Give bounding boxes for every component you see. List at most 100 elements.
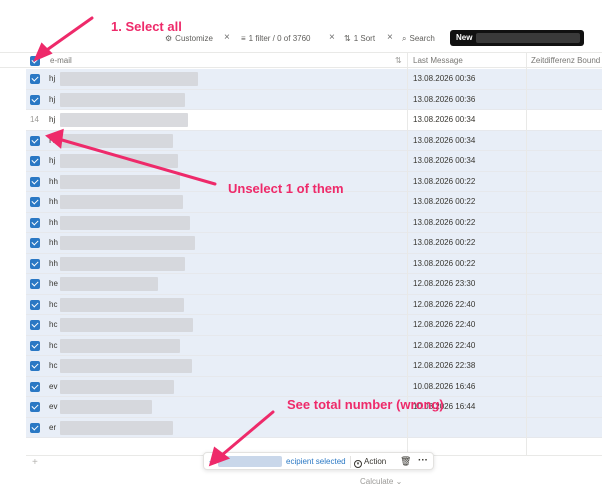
calculate-button[interactable]: Calculate ⌄ [360,477,402,486]
row-checkbox[interactable] [30,361,40,371]
email-cell[interactable]: hc [49,300,57,310]
table-row[interactable]: hc 12.08.2026 22:38 [26,356,602,377]
email-cell[interactable]: hh [49,218,58,228]
redacted-area [60,72,198,86]
row-checkbox[interactable] [30,217,40,228]
email-cell[interactable]: hh [49,197,58,207]
last-message-cell[interactable]: 13.08.2026 00:36 [413,95,475,105]
last-message-cell[interactable]: 13.08.2026 00:22 [413,238,475,248]
email-cell[interactable]: ev [49,382,57,392]
search-button[interactable]: ⌕ Search [402,33,435,45]
redacted-area [60,256,185,271]
table-row[interactable]: hc 12.08.2026 22:40 [26,315,602,336]
redacted-area [60,195,183,209]
last-message-cell[interactable]: 13.08.2026 00:34 [413,115,475,125]
row-checkbox[interactable] [30,176,40,187]
action-button[interactable]: ▾ Action [354,456,386,468]
last-message-cell[interactable]: 13.08.2026 00:22 [413,177,475,187]
column-header-zeitdifferenz[interactable]: Zeitdifferenz Bound [531,55,600,66]
table-row[interactable]: 14 hj 13.08.2026 00:34 [26,110,602,131]
email-cell[interactable]: hj [49,115,55,125]
row-number[interactable]: 14 [30,115,39,125]
sort-direction-icon[interactable]: ⇅ [395,55,402,66]
email-cell[interactable]: hh [49,238,58,248]
email-cell[interactable]: ev [49,402,57,412]
row-checkbox[interactable] [30,258,40,269]
column-divider [526,52,527,456]
last-message-cell[interactable]: 13.08.2026 00:34 [413,136,475,146]
email-cell[interactable]: he [49,279,58,289]
row-checkbox[interactable] [30,279,40,289]
more-icon[interactable]: ··· [418,455,428,466]
close-icon[interactable]: × [387,32,393,44]
last-message-cell[interactable]: 12.08.2026 23:30 [413,279,475,289]
search-icon: ⌕ [402,34,407,43]
redacted-area [60,215,190,230]
last-message-cell[interactable]: 13.08.2026 00:22 [413,259,475,269]
row-checkbox[interactable] [30,238,40,248]
search-label: Search [409,34,435,43]
filter-button[interactable]: ≡ 1 filter / 0 of 3760 [241,33,311,45]
row-checkbox[interactable] [30,74,40,84]
table-row[interactable]: H 13.08.2026 00:34 [26,130,602,151]
email-cell[interactable]: hj [49,95,55,105]
email-cell[interactable]: H [49,136,55,146]
email-cell[interactable]: hh [49,259,58,269]
table-row[interactable]: hh 13.08.2026 00:22 [26,233,602,254]
table-row[interactable]: hh 13.08.2026 00:22 [26,212,602,233]
customize-button[interactable]: ⚙ Customize [165,33,213,45]
email-cell[interactable]: er [49,423,56,433]
redacted-area [60,236,195,250]
row-checkbox[interactable] [30,299,40,310]
email-cell[interactable]: hj [49,74,55,84]
last-message-cell[interactable]: 13.08.2026 00:22 [413,218,475,228]
row-checkbox[interactable] [30,340,40,351]
annotation-select-all: 1. Select all [111,19,182,34]
filter-icon: ≡ [241,34,246,43]
last-message-cell[interactable]: 10.08.2026 16:46 [413,382,475,392]
last-message-cell[interactable]: 12.08.2026 22:40 [413,341,475,351]
table-row[interactable]: hh 13.08.2026 00:22 [26,253,602,274]
last-message-cell[interactable]: 13.08.2026 00:36 [413,74,475,84]
close-icon[interactable]: × [224,32,230,44]
row-checkbox[interactable] [30,135,40,146]
redacted-area [60,297,184,312]
redacted-area [60,154,178,168]
table-row[interactable]: hj 13.08.2026 00:36 [26,69,602,90]
table-row[interactable]: he 12.08.2026 23:30 [26,274,602,295]
row-checkbox[interactable] [30,381,40,392]
plus-icon[interactable]: + [32,457,38,468]
row-checkbox[interactable] [30,422,40,433]
row-checkbox[interactable] [30,320,40,330]
table-row[interactable]: ev 10.08.2026 16:46 [26,376,602,397]
close-icon[interactable]: × [329,32,335,44]
column-header-email[interactable]: e-mail [50,55,72,66]
trash-icon[interactable]: 🗑 [400,456,411,467]
table-row[interactable]: hj 13.08.2026 00:36 [26,89,602,110]
sort-button[interactable]: ⇅ 1 Sort [344,33,375,45]
email-cell[interactable]: hc [49,341,57,351]
row-checkbox[interactable] [30,197,40,207]
column-header-last-message[interactable]: Last Message [413,55,463,66]
row-checkbox[interactable] [30,94,40,105]
email-cell[interactable]: hc [49,361,57,371]
email-cell[interactable]: hc [49,320,57,330]
redacted-area [60,92,185,107]
last-message-cell[interactable]: 12.08.2026 22:38 [413,361,475,371]
last-message-cell[interactable]: 13.08.2026 00:34 [413,156,475,166]
table-row[interactable]: er [26,417,602,438]
divider [350,456,351,468]
table-row[interactable]: hc 12.08.2026 22:40 [26,335,602,356]
row-checkbox[interactable] [30,402,40,412]
table-row[interactable]: hj 13.08.2026 00:34 [26,151,602,172]
select-all-checkbox[interactable] [30,56,40,66]
table-row[interactable]: hc 12.08.2026 22:40 [26,294,602,315]
new-button[interactable]: New [450,30,584,46]
redacted-area [60,359,192,373]
last-message-cell[interactable]: 13.08.2026 00:22 [413,197,475,207]
email-cell[interactable]: hj [49,156,55,166]
last-message-cell[interactable]: 12.08.2026 22:40 [413,320,475,330]
row-checkbox[interactable] [30,156,40,166]
last-message-cell[interactable]: 12.08.2026 22:40 [413,300,475,310]
email-cell[interactable]: hh [49,177,58,187]
